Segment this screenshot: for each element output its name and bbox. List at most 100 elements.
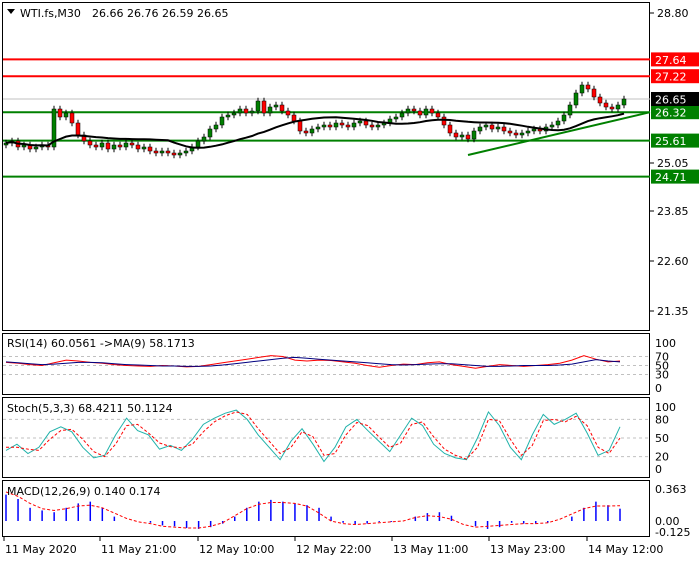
candle-body [579, 84, 585, 94]
candle-body [75, 122, 81, 136]
candle-body [279, 104, 285, 112]
candle-body [195, 140, 201, 148]
stoch-tick-label: 80 [655, 413, 669, 426]
candle-body [327, 124, 333, 128]
candle-body [621, 98, 627, 106]
candle-body [225, 114, 231, 118]
candle-body [183, 150, 189, 154]
candle-body [603, 102, 609, 108]
candle-body [501, 126, 507, 132]
stoch-tick-label: 100 [655, 401, 676, 414]
candle-body [333, 122, 339, 128]
candle-body [93, 144, 99, 148]
candle-body [207, 128, 213, 138]
candle-body [261, 100, 267, 114]
background [0, 0, 700, 560]
price-tick-label: 23.85 [657, 205, 689, 218]
candle-body [549, 124, 555, 128]
price-tick-label: 21.35 [657, 305, 689, 318]
time-tick-label: 14 May 12:00 [588, 543, 663, 556]
candle-body [69, 112, 75, 124]
stoch-title: Stoch(5,3,3) 68.4211 50.1124 [7, 402, 173, 415]
macd-tick-label: 0.363 [655, 483, 687, 496]
price-tick-label: 28.80 [657, 7, 689, 20]
candle-body [231, 112, 237, 116]
candle-body [435, 112, 441, 118]
candle-body [153, 150, 159, 154]
candle-body [399, 112, 405, 118]
candle-body [285, 110, 291, 116]
candle-body [321, 124, 327, 128]
candle-body [447, 124, 453, 134]
candle-body [303, 130, 309, 134]
candle-body [519, 132, 525, 136]
candle-body [297, 120, 303, 132]
candle-body [507, 130, 513, 134]
candle-body [411, 108, 417, 112]
candle-body [111, 144, 117, 150]
level-price-label: 27.64 [655, 54, 687, 67]
candle-body [255, 100, 261, 112]
candle-body [159, 150, 165, 154]
candle-body [351, 122, 357, 128]
candle-body [291, 114, 297, 122]
candle-body [165, 150, 171, 154]
candle-body [525, 130, 531, 134]
candle-body [489, 124, 495, 130]
candle-body [99, 142, 105, 148]
candle-body [309, 128, 315, 134]
candle-body [375, 124, 381, 128]
candle-body [177, 152, 183, 156]
price-tick-label: 22.60 [657, 255, 689, 268]
time-tick-label: 12 May 10:00 [199, 543, 274, 556]
bid-price-label: 26.65 [655, 94, 687, 107]
rsi-tick-label: 0 [655, 382, 662, 395]
candle-body [129, 142, 135, 146]
rsi-title: RSI(14) 60.0561 ->MA(9) 58.1713 [7, 337, 195, 350]
time-tick-label: 13 May 11:00 [393, 543, 468, 556]
trading-chart[interactable]: 27.64 27.22 26.32 25.61 24.71 26.65 28.80 25.05… [0, 0, 700, 560]
level-price-label: 27.22 [655, 71, 687, 84]
candle-body [513, 132, 519, 136]
level-price-label: 24.71 [655, 171, 687, 184]
candle-body [63, 112, 69, 118]
candle-body [567, 104, 573, 116]
time-tick-label: 13 May 23:00 [490, 543, 565, 556]
candle-body [105, 142, 111, 150]
candle-body [267, 106, 273, 114]
candle-body [357, 120, 363, 124]
candle-body [423, 108, 429, 116]
candle-body [429, 108, 435, 114]
candle-body [477, 126, 483, 132]
candle-body [363, 120, 369, 126]
candle-body [117, 144, 123, 148]
level-price-label: 25.61 [655, 135, 687, 148]
candle-body [465, 134, 471, 140]
candle-body [57, 108, 63, 118]
candle-body [171, 152, 177, 156]
candle-body [417, 110, 423, 116]
candle-body [555, 120, 561, 126]
symbol-label: WTI.fs,M30 [20, 7, 81, 20]
candle-body [585, 84, 591, 90]
candle-body [339, 122, 345, 126]
candle-body [273, 104, 279, 108]
ohlc-readout: 26.66 26.76 26.59 26.65 [92, 7, 228, 20]
candle-body [573, 92, 579, 106]
candle-body [495, 126, 501, 130]
candle-body [405, 108, 411, 114]
macd-tick-label: -0.125 [655, 526, 690, 539]
candle-body [591, 88, 597, 98]
candle-body [141, 146, 147, 150]
candle-body [237, 108, 243, 114]
candle-body [123, 142, 129, 148]
candle-body [213, 124, 219, 130]
stoch-tick-label: 0 [655, 463, 662, 476]
candle-body [597, 96, 603, 104]
candle-body [459, 134, 465, 138]
candle-body [21, 144, 27, 148]
candle-body [315, 126, 321, 130]
candle-body [87, 140, 93, 146]
candle-body [483, 124, 489, 128]
price-tick-label: 25.05 [657, 157, 689, 170]
